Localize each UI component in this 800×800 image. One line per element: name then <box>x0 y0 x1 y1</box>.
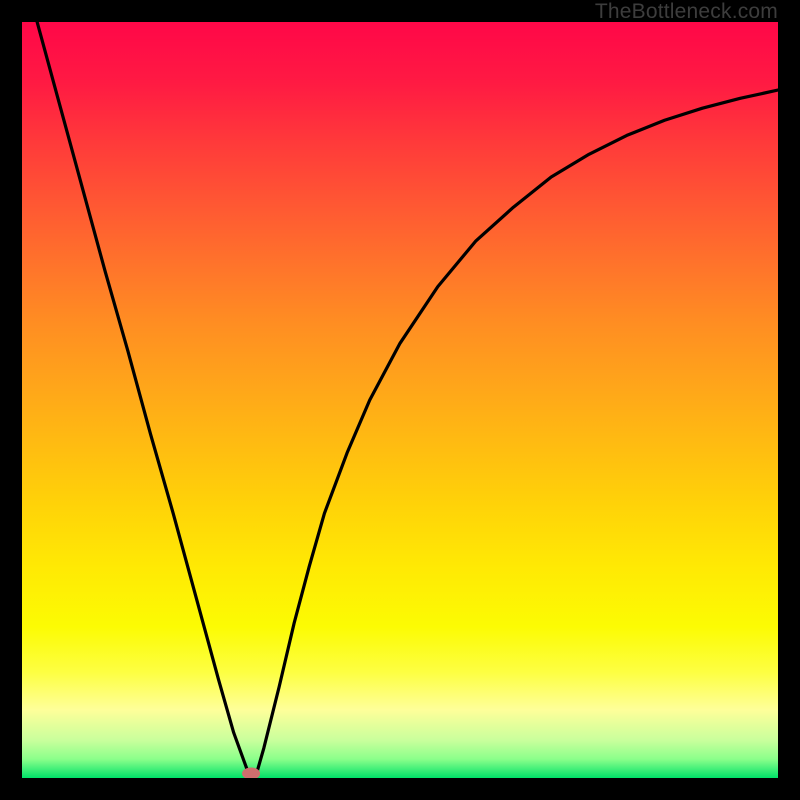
chart-frame <box>22 22 778 778</box>
watermark-text: TheBottleneck.com <box>595 0 778 24</box>
gradient-background <box>22 22 778 778</box>
chart-plot <box>22 22 778 778</box>
